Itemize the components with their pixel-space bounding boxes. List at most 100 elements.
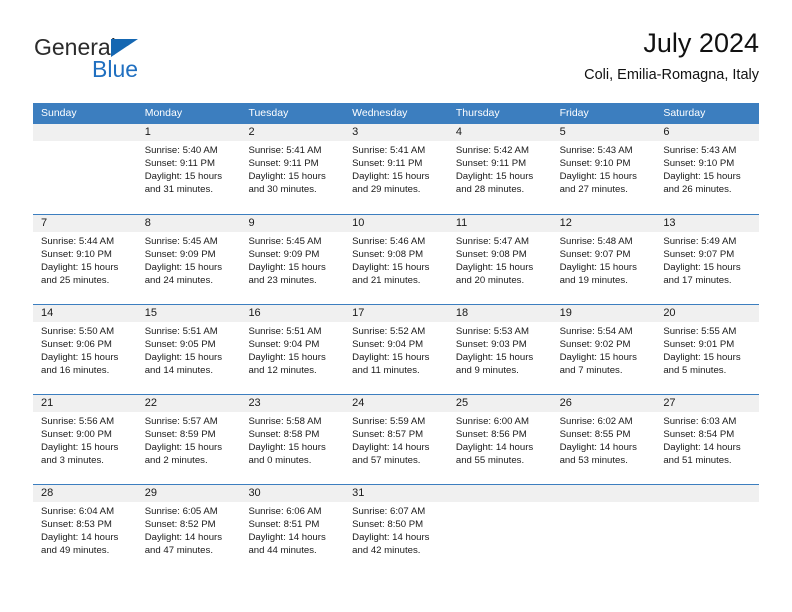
sunrise-time: Sunrise: 5:50 AM xyxy=(41,326,115,337)
page-header: General Blue July 2024 Coli, Emilia-Roma… xyxy=(33,26,759,98)
daylight-duration-line2: and 17 minutes. xyxy=(663,275,732,287)
sunset-time: Sunset: 9:07 PM xyxy=(559,249,631,261)
day-number: 10 xyxy=(344,215,448,232)
sunrise-time: Sunrise: 5:43 AM xyxy=(663,145,737,156)
day-cell-6[interactable]: 6 Sunrise: 5:43 AM Sunset: 9:10 PM Daylight… xyxy=(655,124,760,214)
sunrise-time: Sunrise: 6:00 AM xyxy=(455,416,529,427)
weekday-header-row: Sunday Monday Tuesday Wednesday Thursday Frid… xyxy=(33,103,759,124)
sunrise-time: Sunrise: 5:47 AM xyxy=(455,236,529,247)
daylight-duration-line2: and 26 minutes. xyxy=(663,184,732,196)
day-cell-7[interactable]: 7 Sunrise: 5:44 AM Sunset: 9:10 PM Daylight… xyxy=(33,215,137,304)
day-cell-14[interactable]: 14 Sunrise: 5:50 AM Sunset: 9:06 PM Dayligh… xyxy=(33,305,137,394)
day-cell-11[interactable]: 11 Sunrise: 5:47 AM Sunset: 9:08 PM Dayligh… xyxy=(447,215,552,304)
day-cell-5[interactable]: 5 Sunrise: 5:43 AM Sunset: 9:10 PM Daylight… xyxy=(551,124,656,214)
sunrise-time: Sunrise: 5:57 AM xyxy=(144,416,218,427)
day-cell-10[interactable]: 10 Sunrise: 5:46 AM Sunset: 9:08 PM Dayligh… xyxy=(344,215,448,304)
daylight-duration-line2: and 29 minutes. xyxy=(352,184,421,196)
day-cell-31[interactable]: 31 Sunrise: 6:07 AM Sunset: 8:50 PM Dayligh… xyxy=(344,485,448,574)
daylight-duration-line2: and 55 minutes. xyxy=(455,455,525,467)
day-cell-15[interactable]: 15 Sunrise: 5:51 AM Sunset: 9:05 PM Dayligh… xyxy=(136,305,241,394)
day-cell-23[interactable]: 23 Sunrise: 5:58 AM Sunset: 8:58 PM Dayligh… xyxy=(240,395,345,484)
day-number: 3 xyxy=(344,124,448,141)
weekday-header-friday: Friday xyxy=(559,107,589,119)
day-details: Sunrise: 5:41 AM Sunset: 9:11 PM Daylight:… xyxy=(240,141,344,196)
day-cell-4[interactable]: 4 Sunrise: 5:42 AM Sunset: 9:11 PM Daylight… xyxy=(447,124,552,214)
weekday-header-saturday: Saturday xyxy=(663,107,706,119)
day-number: 5 xyxy=(551,124,656,141)
day-number xyxy=(447,485,552,502)
day-number: 17 xyxy=(344,305,448,322)
day-cell-27[interactable]: 27 Sunrise: 6:03 AM Sunset: 8:54 PM Dayligh… xyxy=(655,395,760,484)
day-number: 28 xyxy=(33,485,137,502)
sunrise-time: Sunrise: 5:51 AM xyxy=(248,326,322,337)
day-cell-16[interactable]: 16 Sunrise: 5:51 AM Sunset: 9:04 PM Dayligh… xyxy=(240,305,345,394)
day-cell-9[interactable]: 9 Sunrise: 5:45 AM Sunset: 9:09 PM Daylight… xyxy=(240,215,345,304)
weekday-header-tuesday: Tuesday xyxy=(248,107,289,119)
day-details: Sunrise: 5:55 AM Sunset: 9:01 PM Daylight:… xyxy=(655,322,759,377)
sunrise-time: Sunrise: 5:48 AM xyxy=(559,236,633,247)
day-cell-12[interactable]: 12 Sunrise: 5:48 AM Sunset: 9:07 PM Dayligh… xyxy=(551,215,656,304)
day-cell-26[interactable]: 26 Sunrise: 6:02 AM Sunset: 8:55 PM Dayligh… xyxy=(551,395,656,484)
sunset-time: Sunset: 9:11 PM xyxy=(352,158,423,170)
daylight-duration-line1: Daylight: 15 hours xyxy=(663,171,741,183)
daylight-duration-line2: and 25 minutes. xyxy=(41,275,110,287)
day-cell-28[interactable]: 28 Sunrise: 6:04 AM Sunset: 8:53 PM Dayligh… xyxy=(33,485,137,574)
day-details: Sunrise: 6:07 AM Sunset: 8:50 PM Daylight:… xyxy=(344,502,448,557)
sunrise-time: Sunrise: 6:04 AM xyxy=(41,506,115,517)
daylight-duration-line2: and 5 minutes. xyxy=(663,365,727,377)
daylight-duration-line1: Daylight: 15 hours xyxy=(41,442,119,454)
sunrise-time: Sunrise: 5:43 AM xyxy=(559,145,633,156)
day-cell-29[interactable]: 29 Sunrise: 6:05 AM Sunset: 8:52 PM Dayligh… xyxy=(136,485,241,574)
day-details xyxy=(655,502,759,505)
daylight-duration-line2: and 24 minutes. xyxy=(144,275,213,287)
daylight-duration-line1: Daylight: 15 hours xyxy=(663,262,741,274)
day-details: Sunrise: 5:45 AM Sunset: 9:09 PM Daylight:… xyxy=(240,232,344,287)
daylight-duration-line1: Daylight: 15 hours xyxy=(41,352,119,364)
day-cell-30[interactable]: 30 Sunrise: 6:06 AM Sunset: 8:51 PM Dayligh… xyxy=(240,485,345,574)
sunset-time: Sunset: 9:11 PM xyxy=(455,158,527,170)
day-number: 16 xyxy=(240,305,345,322)
day-details: Sunrise: 5:43 AM Sunset: 9:10 PM Daylight:… xyxy=(655,141,759,196)
general-blue-logo[interactable]: General Blue xyxy=(33,34,253,94)
day-cell-2[interactable]: 2 Sunrise: 5:41 AM Sunset: 9:11 PM Daylight… xyxy=(240,124,345,214)
day-cell-empty xyxy=(447,485,552,574)
sunset-time: Sunset: 9:04 PM xyxy=(248,339,320,351)
sunset-time: Sunset: 9:11 PM xyxy=(144,158,215,170)
day-cell-25[interactable]: 25 Sunrise: 6:00 AM Sunset: 8:56 PM Dayligh… xyxy=(447,395,552,484)
sunset-time: Sunset: 8:55 PM xyxy=(559,429,631,441)
day-number: 20 xyxy=(655,305,760,322)
day-details: Sunrise: 5:45 AM Sunset: 9:09 PM Daylight:… xyxy=(137,232,241,287)
sunset-time: Sunset: 9:07 PM xyxy=(663,249,735,261)
sunrise-time: Sunrise: 5:53 AM xyxy=(455,326,529,337)
sunset-time: Sunset: 9:05 PM xyxy=(144,339,216,351)
day-cell-1[interactable]: 1 Sunrise: 5:40 AM Sunset: 9:11 PM Daylight… xyxy=(136,124,241,214)
day-cell-17[interactable]: 17 Sunrise: 5:52 AM Sunset: 9:04 PM Dayligh… xyxy=(344,305,448,394)
day-cell-8[interactable]: 8 Sunrise: 5:45 AM Sunset: 9:09 PM Daylight… xyxy=(136,215,241,304)
sunrise-time: Sunrise: 6:05 AM xyxy=(144,506,218,517)
sunset-time: Sunset: 8:54 PM xyxy=(663,429,735,441)
logo-text-blue: Blue xyxy=(92,56,139,82)
day-details: Sunrise: 6:00 AM Sunset: 8:56 PM Daylight:… xyxy=(448,412,552,467)
day-cell-18[interactable]: 18 Sunrise: 5:53 AM Sunset: 9:03 PM Dayligh… xyxy=(447,305,552,394)
day-cell-22[interactable]: 22 Sunrise: 5:57 AM Sunset: 8:59 PM Dayligh… xyxy=(136,395,241,484)
day-cell-3[interactable]: 3 Sunrise: 5:41 AM Sunset: 9:11 PM Daylight… xyxy=(344,124,448,214)
sunset-time: Sunset: 8:59 PM xyxy=(144,429,216,441)
day-cell-20[interactable]: 20 Sunrise: 5:55 AM Sunset: 9:01 PM Dayligh… xyxy=(655,305,760,394)
day-details: Sunrise: 5:52 AM Sunset: 9:04 PM Daylight:… xyxy=(344,322,448,377)
daylight-duration-line1: Daylight: 15 hours xyxy=(559,262,637,274)
sunrise-time: Sunrise: 5:41 AM xyxy=(248,145,322,156)
sunset-time: Sunset: 8:52 PM xyxy=(144,519,216,531)
daylight-duration-line1: Daylight: 14 hours xyxy=(455,442,534,454)
day-details: Sunrise: 5:42 AM Sunset: 9:11 PM Daylight:… xyxy=(448,141,552,196)
day-cell-19[interactable]: 19 Sunrise: 5:54 AM Sunset: 9:02 PM Dayligh… xyxy=(551,305,656,394)
daylight-duration-line1: Daylight: 15 hours xyxy=(559,171,637,183)
day-cell-13[interactable]: 13 Sunrise: 5:49 AM Sunset: 9:07 PM Dayligh… xyxy=(655,215,760,304)
day-cell-24[interactable]: 24 Sunrise: 5:59 AM Sunset: 8:57 PM Dayligh… xyxy=(344,395,448,484)
day-number: 27 xyxy=(655,395,760,412)
day-cell-21[interactable]: 21 Sunrise: 5:56 AM Sunset: 9:00 PM Dayligh… xyxy=(33,395,137,484)
day-number: 13 xyxy=(655,215,760,232)
sunset-time: Sunset: 9:08 PM xyxy=(352,249,424,261)
day-details: Sunrise: 5:41 AM Sunset: 9:11 PM Daylight:… xyxy=(344,141,448,196)
daylight-duration-line2: and 47 minutes. xyxy=(144,545,213,557)
sunset-time: Sunset: 9:08 PM xyxy=(455,249,527,261)
